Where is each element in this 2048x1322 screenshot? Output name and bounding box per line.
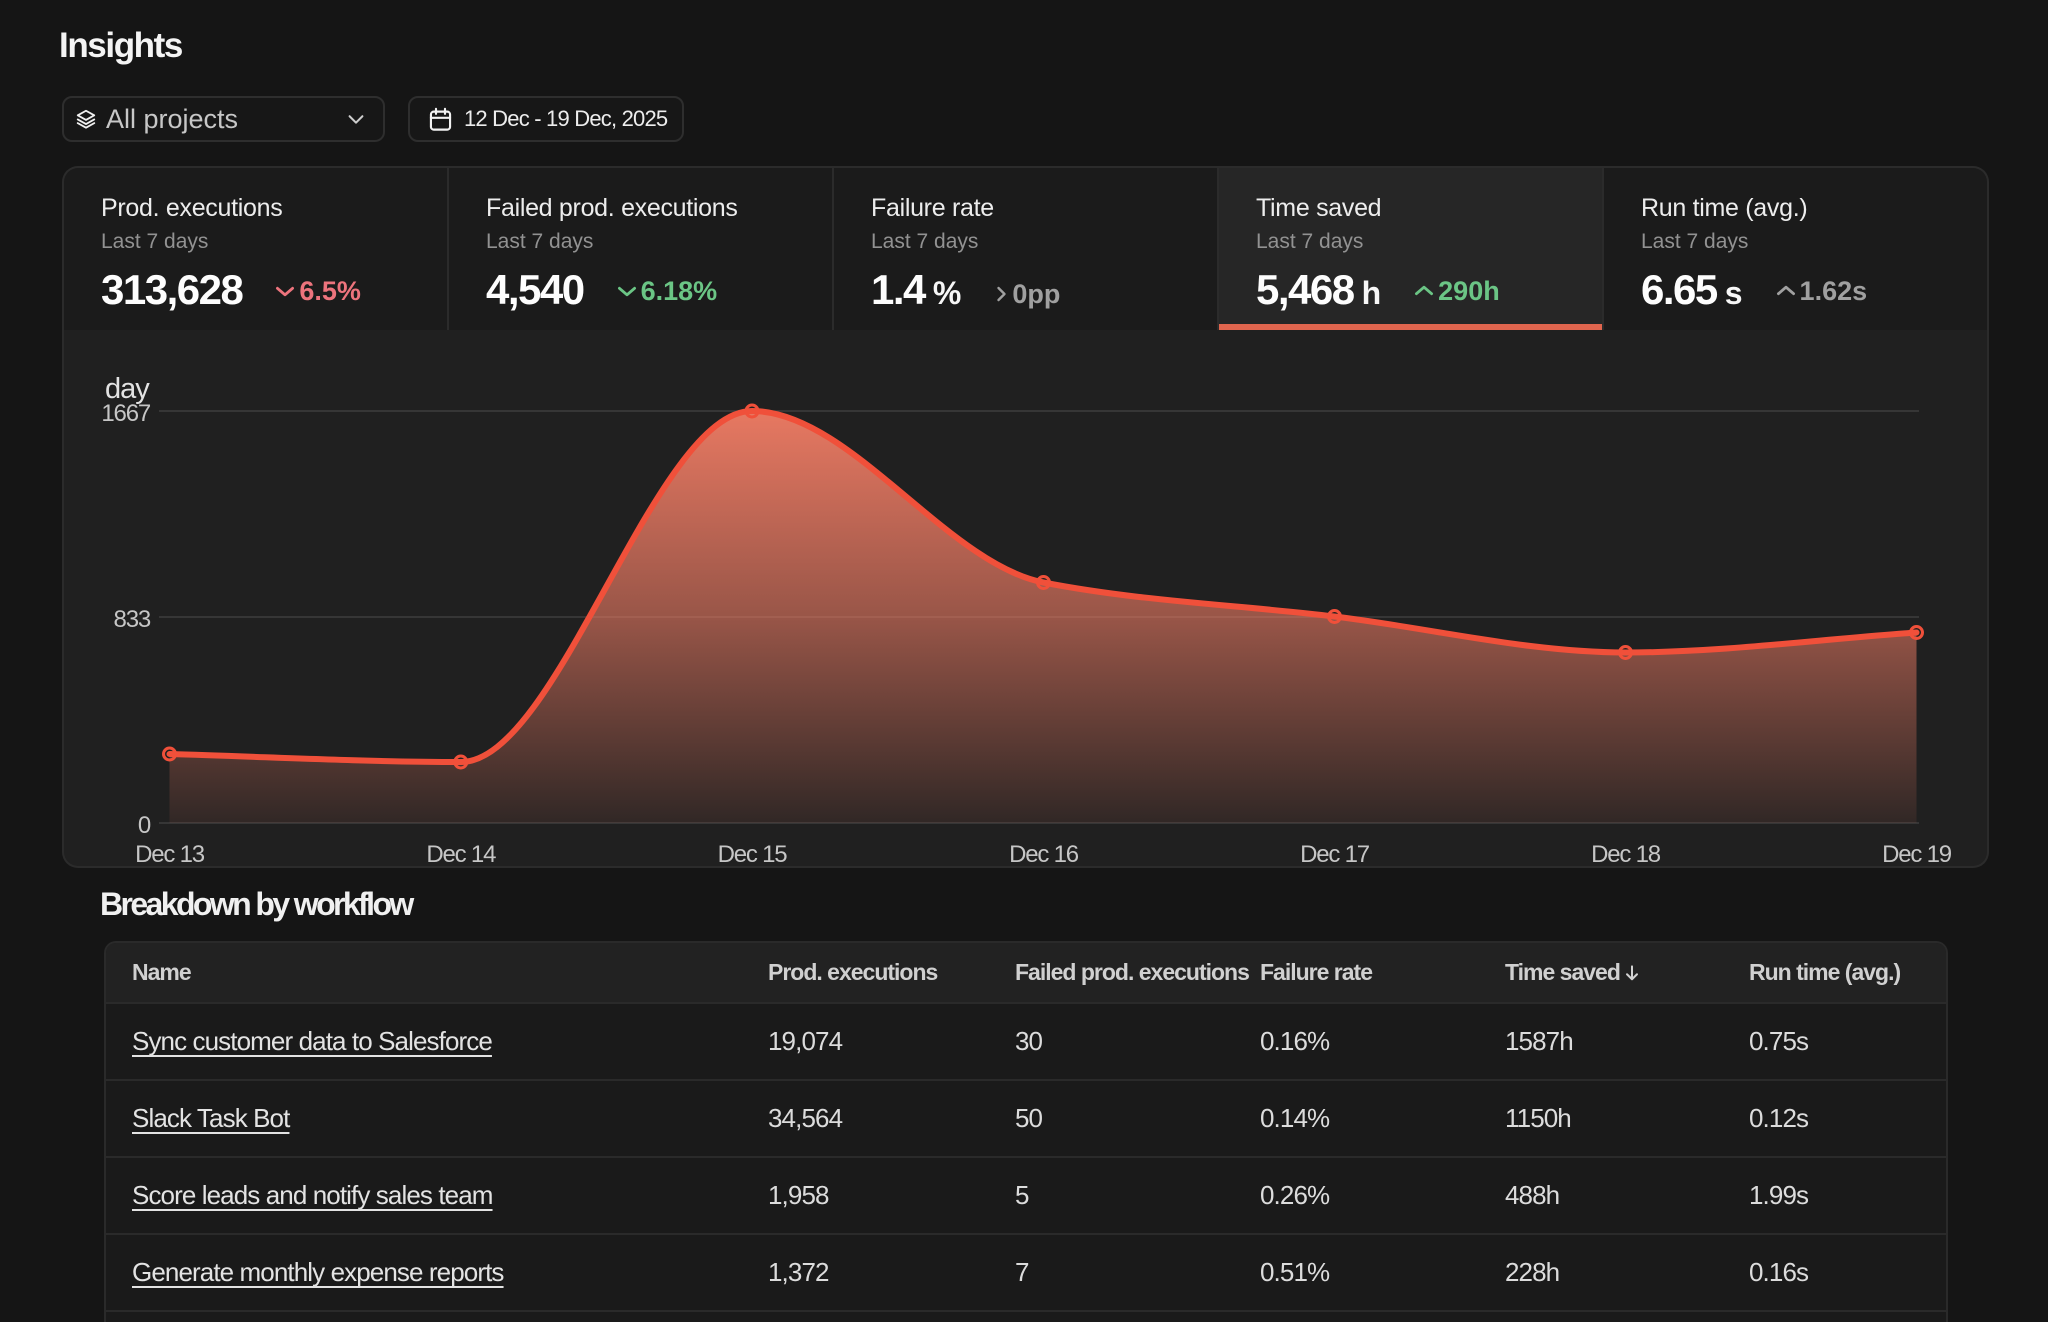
svg-text:1667: 1667 xyxy=(101,400,150,427)
svg-text:Dec 17: Dec 17 xyxy=(1300,841,1370,864)
svg-text:Dec 13: Dec 13 xyxy=(135,841,205,864)
svg-text:Dec 14: Dec 14 xyxy=(426,841,496,864)
svg-text:Dec 15: Dec 15 xyxy=(718,841,788,864)
svg-text:Dec 18: Dec 18 xyxy=(1591,841,1661,864)
svg-text:833: 833 xyxy=(114,606,151,633)
svg-text:0: 0 xyxy=(138,812,151,839)
svg-text:Dec 19: Dec 19 xyxy=(1882,841,1952,864)
svg-text:Dec 16: Dec 16 xyxy=(1009,841,1079,864)
